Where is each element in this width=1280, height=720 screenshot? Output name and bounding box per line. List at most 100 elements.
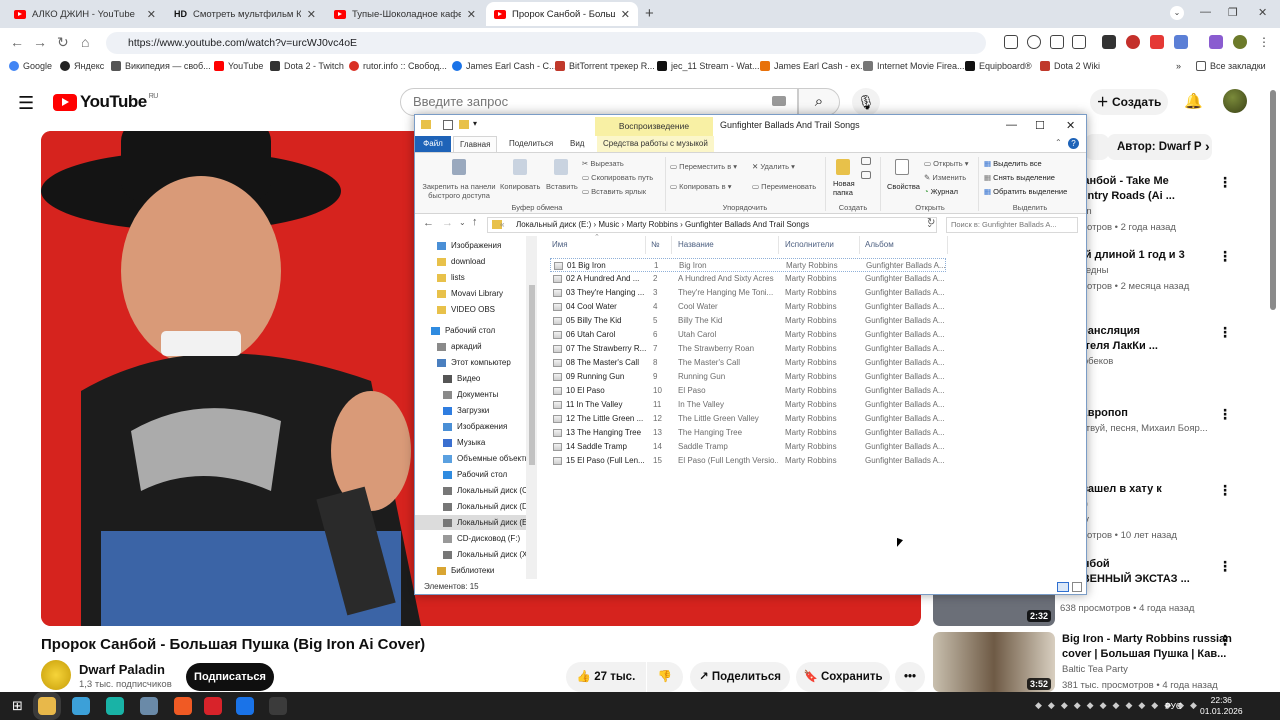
browser-tab-active[interactable]: Пророк Санбой - Больш ✕: [486, 2, 638, 26]
channel-avatar[interactable]: [41, 660, 71, 690]
nav-tree-item[interactable]: Музыка: [415, 435, 526, 450]
column-number[interactable]: №: [651, 240, 660, 249]
more-options-icon[interactable]: ⋮: [1218, 248, 1232, 265]
close-tab-icon[interactable]: ✕: [621, 8, 630, 21]
select-all-button[interactable]: ▦ Выделить все: [984, 159, 1042, 168]
chrome-icon[interactable]: [236, 697, 254, 715]
keyboard-icon[interactable]: [772, 96, 786, 106]
nav-tree-item[interactable]: Этот компьютер: [415, 355, 526, 370]
minimize-icon[interactable]: —: [1200, 6, 1211, 18]
file-row[interactable]: 14 Saddle Tramp 14 Saddle Tramp Marty Robbi…: [550, 440, 946, 454]
address-breadcrumb[interactable]: « Локальный диск (E:) › Music › Marty Ro…: [487, 217, 937, 233]
column-artists[interactable]: Исполнители: [785, 240, 834, 249]
extension-icon[interactable]: [1102, 35, 1116, 49]
install-app-icon[interactable]: [1004, 35, 1018, 49]
column-divider[interactable]: [859, 236, 860, 254]
profile-avatar[interactable]: [1233, 35, 1247, 49]
copy-to-button[interactable]: ▭ Копировать в ▾: [670, 182, 731, 191]
extension-icon[interactable]: [1126, 35, 1140, 49]
close-icon[interactable]: ✕: [1066, 119, 1075, 132]
column-title[interactable]: Название: [678, 240, 714, 249]
restore-icon[interactable]: ❐: [1228, 6, 1238, 19]
close-tab-icon[interactable]: ✕: [467, 8, 476, 21]
nav-tree-item[interactable]: Локальный диск (C: [415, 483, 528, 498]
browser-tab[interactable]: АЛКО ДЖИН - YouTube ✕: [6, 2, 164, 26]
nav-tree-item[interactable]: download: [415, 254, 526, 269]
details-view-icon[interactable]: [1057, 582, 1069, 592]
nav-tree-item[interactable]: Локальный диск (E: [415, 515, 527, 530]
more-actions-icon[interactable]: •••: [895, 662, 925, 692]
cut-button[interactable]: ✂ Вырезать: [582, 159, 624, 168]
copy-path-button[interactable]: ▭ Скопировать путь: [582, 173, 653, 182]
paste-button[interactable]: Вставить: [546, 182, 578, 191]
close-tab-icon[interactable]: ✕: [307, 8, 316, 21]
nav-tree-item[interactable]: Изображения: [415, 419, 526, 434]
file-row[interactable]: 03 They're Hanging ... 3 They're Hanging M…: [550, 286, 946, 300]
delete-button[interactable]: ✕ Удалить ▾: [752, 162, 795, 171]
nav-tree-item[interactable]: Изображения: [415, 238, 526, 253]
page-scrollbar[interactable]: [1270, 90, 1276, 310]
chip-author[interactable]: Автор: Dwarf P: [1107, 134, 1212, 160]
all-bookmarks[interactable]: Все закладки: [1196, 61, 1266, 71]
nav-tree-item[interactable]: Локальный диск (D: [415, 499, 528, 514]
url-field[interactable]: https://www.youtube.com/watch?v=urcWJ0vc…: [106, 32, 986, 54]
column-divider[interactable]: [645, 236, 646, 254]
dislike-button[interactable]: 👎: [647, 662, 683, 692]
copy-button[interactable]: Копировать: [500, 182, 540, 191]
bookmark-item[interactable]: Dota 2 - Twitch: [270, 61, 344, 71]
browser-tab[interactable]: HD Смотреть мультфильм Клаус ✕: [166, 2, 324, 26]
forward-icon[interactable]: →: [33, 34, 47, 50]
clock[interactable]: 22:36 01.01.2026: [1200, 695, 1243, 717]
extension-icon[interactable]: [1150, 35, 1164, 49]
up-icon[interactable]: ↑: [472, 216, 478, 228]
explorer-search-input[interactable]: Поиск в: Gunfighter Ballads A...: [946, 217, 1078, 233]
file-row[interactable]: 02 A Hundred And ... 2 A Hundred And Sixty…: [550, 272, 946, 286]
recent-locations-icon[interactable]: ⌄: [459, 218, 466, 227]
explorer-titlebar[interactable]: ▾ Воспроизведение Gunfighter Ballads And…: [415, 115, 1086, 136]
edit-button[interactable]: ✎ Изменить: [924, 173, 966, 182]
invert-selection-button[interactable]: ▦ Обратить выделение: [984, 187, 1067, 196]
column-name[interactable]: Имя: [552, 240, 568, 249]
tab-file[interactable]: Файл: [415, 136, 451, 152]
start-icon[interactable]: ⊞: [12, 698, 23, 714]
new-item-icon[interactable]: [861, 157, 871, 165]
file-row[interactable]: 08 The Master's Call 8 The Master's Call Ma…: [550, 356, 946, 370]
easy-access-icon[interactable]: [861, 171, 871, 179]
column-divider[interactable]: [778, 236, 779, 254]
history-button[interactable]: ◔ Журнал: [924, 187, 958, 196]
bookmark-item[interactable]: Google: [9, 61, 52, 71]
chip-all[interactable]: [1085, 134, 1109, 160]
vivaldi-icon[interactable]: [204, 697, 222, 715]
file-row[interactable]: 12 The Little Green ... 12 The Little Gree…: [550, 412, 946, 426]
nav-tree-item[interactable]: lists: [415, 270, 526, 285]
move-to-button[interactable]: ▭ Переместить в ▾: [670, 162, 737, 171]
nav-tree-item[interactable]: CD-дисковод (F:): [415, 531, 526, 546]
file-explorer-window[interactable]: ▾ Воспроизведение Gunfighter Ballads And…: [414, 114, 1087, 595]
file-row[interactable]: 04 Cool Water 4 Cool Water Marty Robbins Gun…: [550, 300, 946, 314]
more-options-icon[interactable]: ⋮: [1218, 406, 1232, 423]
bookmark-item[interactable]: Equipboard®: [965, 61, 1032, 71]
bookmark-item[interactable]: James Earl Cash - ex...: [760, 61, 868, 71]
forward-icon[interactable]: →: [442, 217, 453, 229]
file-row[interactable]: 06 Utah Carol 6 Utah Carol Marty Robbins Gun…: [550, 328, 946, 342]
refresh-icon[interactable]: ↻: [927, 217, 935, 228]
new-folder-quick-icon[interactable]: [459, 120, 469, 129]
account-avatar[interactable]: [1223, 89, 1247, 113]
bookmark-star-icon[interactable]: [1072, 35, 1086, 49]
tab-search-icon[interactable]: ⌄: [1170, 6, 1184, 20]
column-divider[interactable]: [671, 236, 672, 254]
bookmark-item[interactable]: Википедия — своб...: [111, 61, 211, 71]
tab-share[interactable]: Поделиться: [503, 136, 559, 152]
file-row[interactable]: 10 El Paso 10 El Paso Marty Robbins Gunfight…: [550, 384, 946, 398]
more-options-icon[interactable]: ⋮: [1218, 558, 1232, 575]
search-button[interactable]: ⌕: [798, 88, 840, 116]
nav-tree-item[interactable]: Рабочий стол: [415, 467, 526, 482]
minimize-icon[interactable]: —: [1006, 119, 1017, 131]
ribbon-collapse-icon[interactable]: ⌃: [1055, 138, 1062, 147]
app-4-icon[interactable]: [140, 697, 158, 715]
maximize-icon[interactable]: ☐: [1035, 119, 1045, 132]
more-options-icon[interactable]: ⋮: [1218, 174, 1232, 191]
file-explorer-icon[interactable]: [38, 697, 56, 715]
close-window-icon[interactable]: ✕: [1258, 6, 1267, 19]
properties-quick-icon[interactable]: [443, 120, 453, 130]
